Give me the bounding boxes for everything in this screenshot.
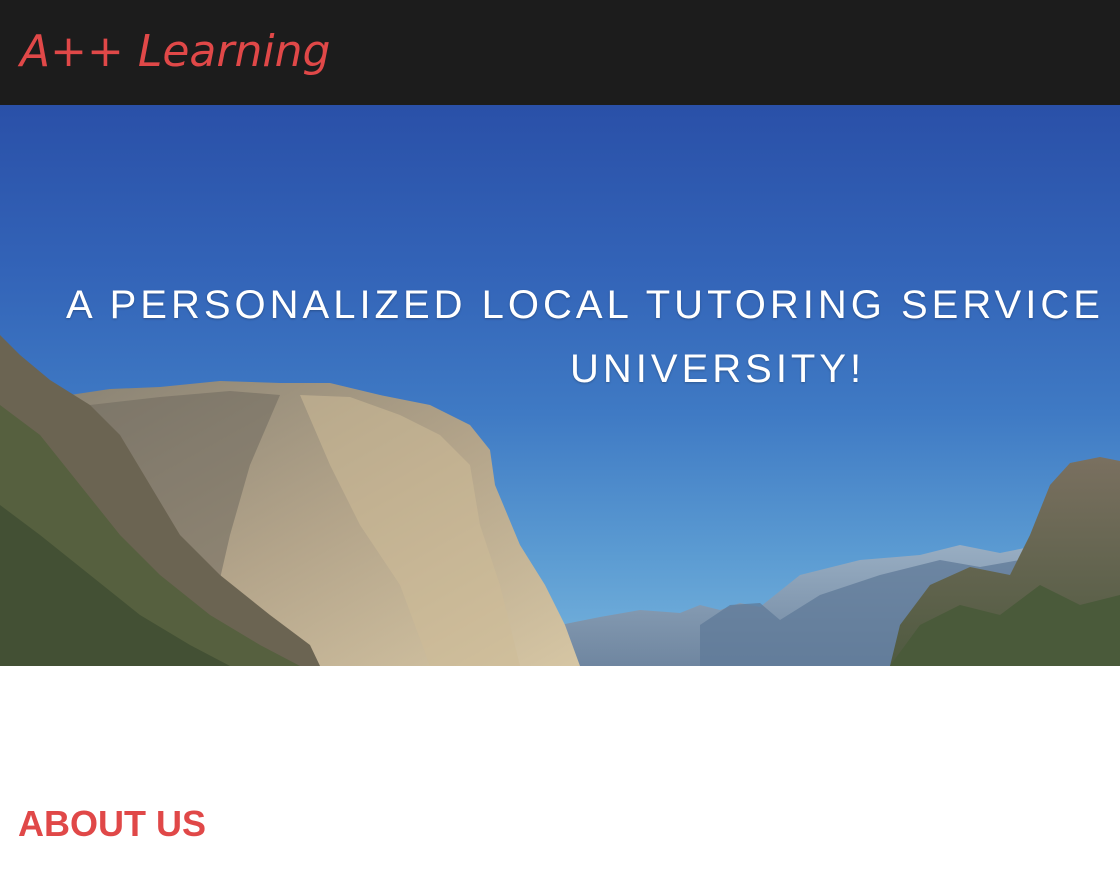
about-us-heading: ABOUT US — [18, 803, 206, 844]
brand-logo-link[interactable]: A++ Learning — [20, 24, 330, 80]
hero-banner: A PERSONALIZED LOCAL TUTORING SERVICE UN… — [0, 105, 1120, 666]
hero-headline: A PERSONALIZED LOCAL TUTORING SERVICE UN… — [66, 273, 1120, 401]
navbar: A++ Learning — [0, 0, 1120, 105]
hero-headline-line2: UNIVERSITY! — [570, 347, 866, 391]
hero-headline-line1: A PERSONALIZED LOCAL TUTORING SERVICE — [66, 283, 1104, 327]
